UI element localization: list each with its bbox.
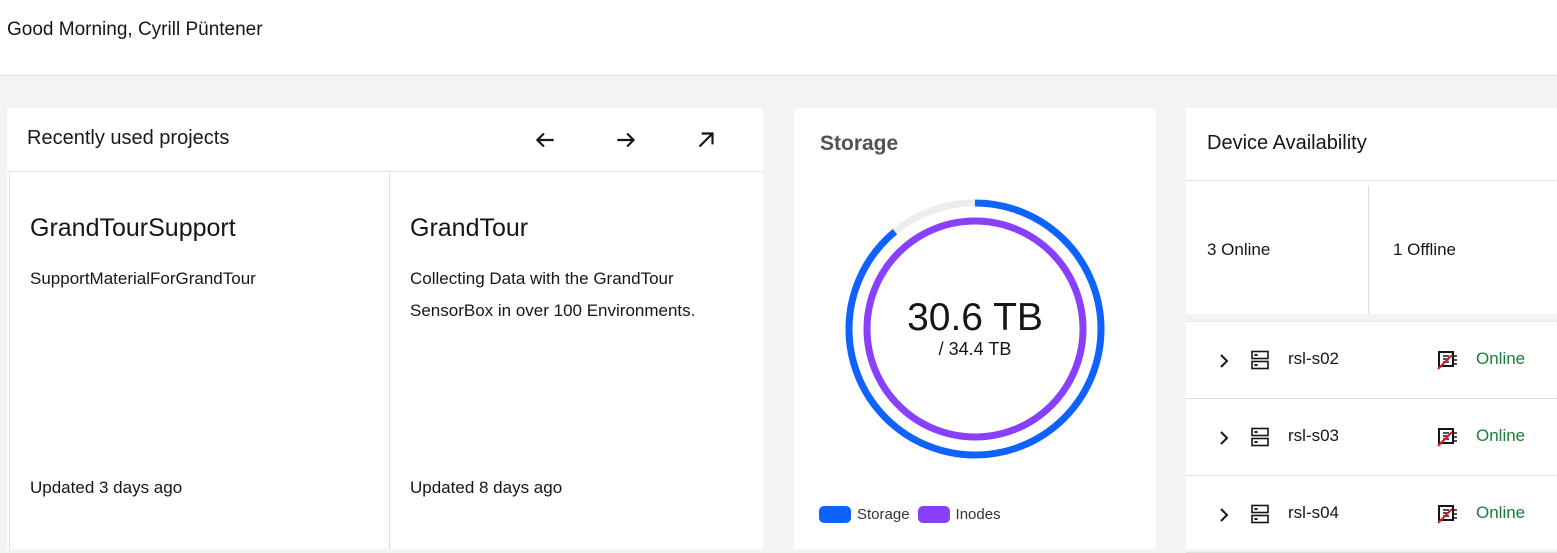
divider (1186, 180, 1557, 181)
legend-swatch-inodes (917, 506, 950, 523)
divider (1368, 186, 1369, 314)
storage-card: Storage 30.6 TB / 34.4 TB Storage Inodes (794, 108, 1156, 549)
server-icon (1251, 350, 1269, 370)
device-row[interactable]: rsl-s02 Online (1186, 322, 1557, 399)
previous-button[interactable] (527, 122, 563, 158)
recent-projects-header: Recently used projects (7, 108, 763, 172)
project-tile[interactable]: GrandTour Collecting Data with the Grand… (389, 174, 769, 549)
legend-item-inodes[interactable]: Inodes (917, 506, 1001, 523)
device-availability-title: Device Availability (1207, 132, 1367, 154)
device-status: Online (1476, 426, 1526, 445)
device-availability-card: Device Availability 3 Online 1 Offline r… (1186, 108, 1557, 553)
device-list-separator (1186, 314, 1557, 322)
storage-total-value: / 34.4 TB (938, 339, 1012, 359)
device-status: Online (1476, 503, 1526, 522)
chevron-right-icon[interactable] (1214, 351, 1234, 371)
cpu-icon (1437, 505, 1457, 524)
device-status: Online (1476, 349, 1526, 368)
chevron-right-icon[interactable] (1214, 428, 1234, 448)
storage-title: Storage (820, 132, 899, 155)
project-updated: Updated 8 days ago (410, 478, 563, 497)
open-projects-button[interactable] (688, 122, 724, 158)
offline-count: 1 Offline (1393, 240, 1457, 259)
server-icon (1251, 427, 1269, 447)
project-description: Collecting Data with the GrandTour Senso… (410, 269, 696, 320)
device-name: rsl-s03 (1288, 426, 1340, 445)
arrow-right-icon (617, 132, 636, 148)
legend-item-storage[interactable]: Storage (819, 506, 910, 523)
arrow-left-icon (535, 132, 554, 148)
recent-projects-title: Recently used projects (27, 127, 230, 149)
greeting-text: Good Morning, Cyrill Püntener (7, 19, 263, 40)
top-bar: Good Morning, Cyrill Püntener (0, 0, 1557, 76)
chevron-right-icon[interactable] (1214, 505, 1234, 525)
project-description: SupportMaterialForGrandTour (30, 269, 256, 288)
project-tile[interactable]: GrandTourSupport SupportMaterialForGrand… (9, 174, 389, 549)
storage-legend: Storage Inodes (819, 506, 1009, 523)
legend-swatch-storage (819, 506, 851, 523)
project-name: GrandTourSupport (30, 214, 236, 242)
cpu-icon (1437, 428, 1457, 447)
online-count: 3 Online (1207, 240, 1271, 259)
device-row[interactable]: rsl-s03 Online (1186, 399, 1557, 476)
recent-projects-card: Recently used projects GrandTourSupport … (7, 108, 763, 549)
legend-label-storage: Storage (857, 506, 910, 523)
cpu-icon (1437, 351, 1457, 370)
device-row[interactable]: rsl-s04 Online (1186, 476, 1557, 553)
next-button[interactable] (608, 122, 644, 158)
legend-label-inodes: Inodes (955, 506, 1001, 523)
storage-used-value: 30.6 TB (907, 296, 1043, 339)
arrow-up-right-icon (698, 132, 714, 148)
device-name: rsl-s02 (1288, 349, 1340, 368)
device-name: rsl-s04 (1288, 503, 1340, 522)
server-icon (1251, 504, 1269, 524)
project-name: GrandTour (410, 214, 529, 242)
project-updated: Updated 3 days ago (30, 478, 183, 497)
